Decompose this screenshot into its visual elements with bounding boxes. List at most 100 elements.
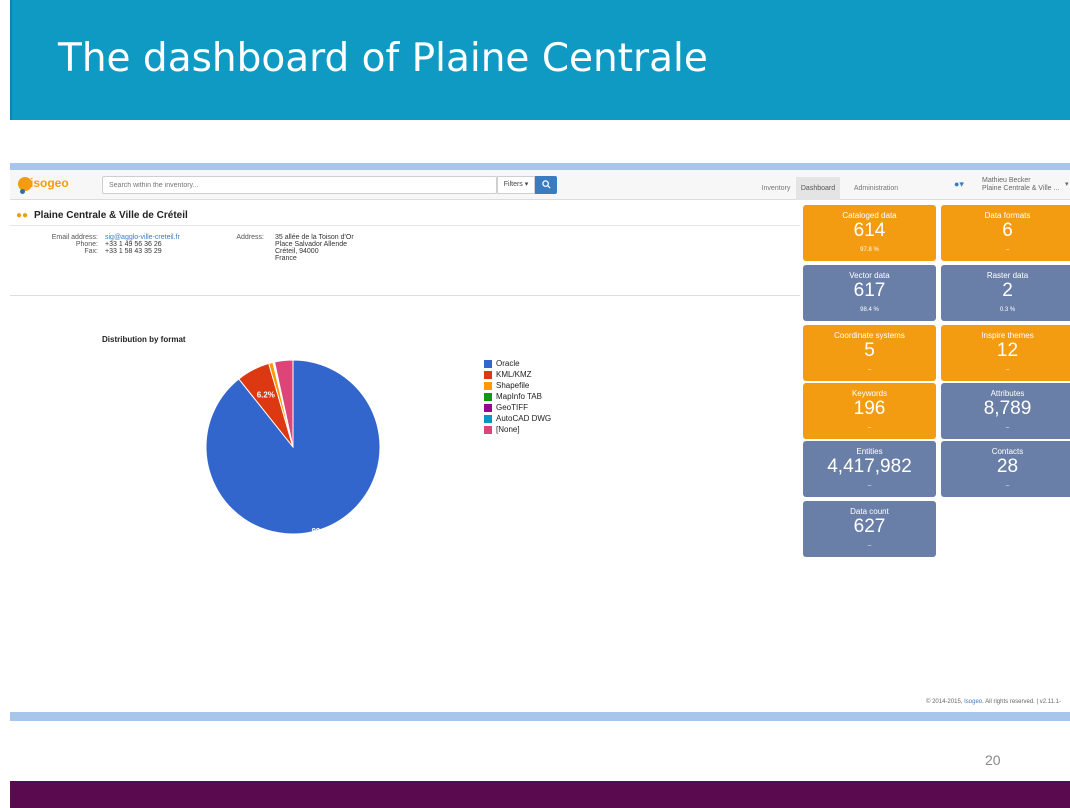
slide-title: The dashboard of Plaine Centrale — [58, 36, 708, 81]
legend-item[interactable]: AutoCAD DWG — [484, 414, 584, 424]
stat-value: 614 — [853, 220, 886, 241]
address-line: Créteil, 94000 — [275, 248, 319, 255]
legend-label: AutoCAD DWG — [496, 414, 552, 423]
legend-label: [None] — [496, 425, 520, 434]
stat-value: 196 — [853, 398, 886, 419]
stat-label: Inspire themes — [981, 331, 1034, 340]
stat-subvalue: – — [1005, 247, 1010, 253]
user-icon[interactable]: ●▾ — [954, 179, 968, 193]
legend-item[interactable]: Shapefile — [484, 381, 584, 391]
stat-tile-vector-data[interactable]: Vector data 617 98.4 % — [803, 265, 936, 321]
user-name: Mathieu Becker — [982, 177, 1031, 184]
stat-subvalue: – — [1005, 425, 1010, 431]
fax-value: +33 1 58 43 35 29 — [105, 248, 162, 255]
chevron-down-icon[interactable]: ▾ — [1065, 180, 1069, 188]
legend-item[interactable]: KML/KMZ — [484, 370, 584, 380]
isogeo-link[interactable]: Isogeo — [964, 699, 982, 705]
legend-swatch — [484, 393, 492, 401]
search-icon — [541, 180, 551, 189]
stat-tile-contacts[interactable]: Contacts 28 – — [941, 441, 1070, 497]
legend-label: KML/KMZ — [496, 370, 532, 379]
legend-item[interactable]: GeoTIFF — [484, 403, 584, 413]
stat-label: Attributes — [990, 389, 1025, 398]
stat-subvalue: 97.8 % — [860, 247, 879, 253]
legend-swatch — [484, 426, 492, 434]
stat-subvalue: – — [867, 543, 872, 549]
stat-tile-data-formats[interactable]: Data formats 6 – — [941, 205, 1070, 261]
nav-inventory[interactable]: Inventory — [756, 177, 796, 200]
copyright: © 2014-2015, Isogeo. All rights reserved… — [926, 699, 1061, 705]
stat-value: 617 — [853, 280, 886, 301]
top-navbar: isogeo Filters ▾ Inventory Dashboard Adm… — [10, 170, 1070, 200]
stat-label: Entities — [856, 447, 883, 456]
stat-tile-entities[interactable]: Entities 4,417,982 – — [803, 441, 936, 497]
address-label: Address: — [236, 234, 264, 241]
copyright-suffix: . All rights reserved. | v2.11.1- — [982, 699, 1061, 705]
search-input[interactable] — [102, 176, 497, 194]
logo-dot-small-icon — [20, 189, 25, 194]
stat-subvalue: 0.3 % — [999, 307, 1016, 313]
pie-chart: 89.3% 6.2% — [205, 359, 381, 536]
stat-subvalue: – — [1005, 483, 1010, 489]
org-title: Plaine Centrale & Ville de Créteil — [34, 210, 188, 221]
legend-label: GeoTIFF — [496, 403, 529, 412]
email-label: Email address: — [51, 234, 98, 241]
stat-label: Cataloged data — [842, 211, 897, 220]
isogeo-logo[interactable]: isogeo — [16, 175, 76, 195]
slide-footer — [10, 781, 1070, 808]
filters-button[interactable]: Filters ▾ — [497, 176, 535, 194]
user-org: Plaine Centrale & Ville ... — [982, 185, 1060, 192]
stat-value: 4,417,982 — [827, 456, 912, 477]
address-line: France — [275, 255, 297, 262]
email-link[interactable]: sig@agglo-ville-creteil.fr — [105, 234, 180, 241]
legend-swatch — [484, 360, 492, 368]
nav-dashboard[interactable]: Dashboard — [796, 177, 840, 200]
stat-label: Contacts — [991, 447, 1024, 456]
legend-item[interactable]: MapInfo TAB — [484, 392, 584, 402]
legend-swatch — [484, 382, 492, 390]
stat-tile-data-count[interactable]: Data count 627 – — [803, 501, 936, 557]
legend-item[interactable]: Oracle — [484, 359, 584, 369]
stat-label: Keywords — [851, 389, 888, 398]
stat-value: 2 — [1002, 280, 1013, 301]
stat-tile-coordinate-systems[interactable]: Coordinate systems 5 – — [803, 325, 936, 381]
search-button[interactable] — [535, 176, 557, 194]
user-menu[interactable]: Mathieu Becker Plaine Centrale & Ville .… — [982, 177, 1059, 193]
legend-swatch — [484, 404, 492, 412]
stat-value: 8,789 — [983, 398, 1032, 419]
legend-label: MapInfo TAB — [496, 392, 542, 401]
stat-tile-raster-data[interactable]: Raster data 2 0.3 % — [941, 265, 1070, 321]
phone-value: +33 1 49 56 36 26 — [105, 241, 162, 248]
stat-label: Coordinate systems — [834, 331, 905, 340]
stat-value: 5 — [864, 340, 875, 361]
logo-text: isogeo — [30, 176, 69, 190]
stat-subvalue: 98.4 % — [860, 307, 879, 313]
stat-value: 627 — [853, 516, 886, 537]
stat-value: 12 — [996, 340, 1019, 361]
stat-subvalue: – — [867, 483, 872, 489]
address-line: 35 allée de la Toison d'Or — [275, 234, 354, 241]
pie-data-label: 6.2% — [257, 390, 275, 399]
stat-tile-cataloged-data[interactable]: Cataloged data 614 97.8 % — [803, 205, 936, 261]
divider — [10, 225, 800, 226]
slide-number: 20 — [985, 752, 1001, 768]
copyright-text: © 2014-2015, — [926, 699, 963, 705]
pie-data-label: 89.3% — [311, 527, 334, 536]
fax-label: Fax: — [84, 248, 98, 255]
slide: The dashboard of Plaine Centrale isogeo … — [0, 0, 1070, 808]
bottom-band — [10, 712, 1070, 721]
legend-swatch — [484, 371, 492, 379]
stat-subvalue: – — [867, 425, 872, 431]
stat-tile-inspire-themes[interactable]: Inspire themes 12 – — [941, 325, 1070, 381]
stat-tile-attributes[interactable]: Attributes 8,789 – — [941, 383, 1070, 439]
divider — [10, 295, 800, 296]
stat-tile-keywords[interactable]: Keywords 196 – — [803, 383, 936, 439]
legend-item[interactable]: [None] — [484, 425, 584, 435]
legend-label: Oracle — [496, 359, 520, 368]
nav-administration[interactable]: Administration — [846, 177, 906, 200]
stat-label: Data formats — [984, 211, 1031, 220]
stat-label: Vector data — [849, 271, 890, 280]
address-line: Place Salvador Allende — [275, 241, 347, 248]
stat-label: Raster data — [986, 271, 1029, 280]
stat-value: 6 — [1002, 220, 1013, 241]
